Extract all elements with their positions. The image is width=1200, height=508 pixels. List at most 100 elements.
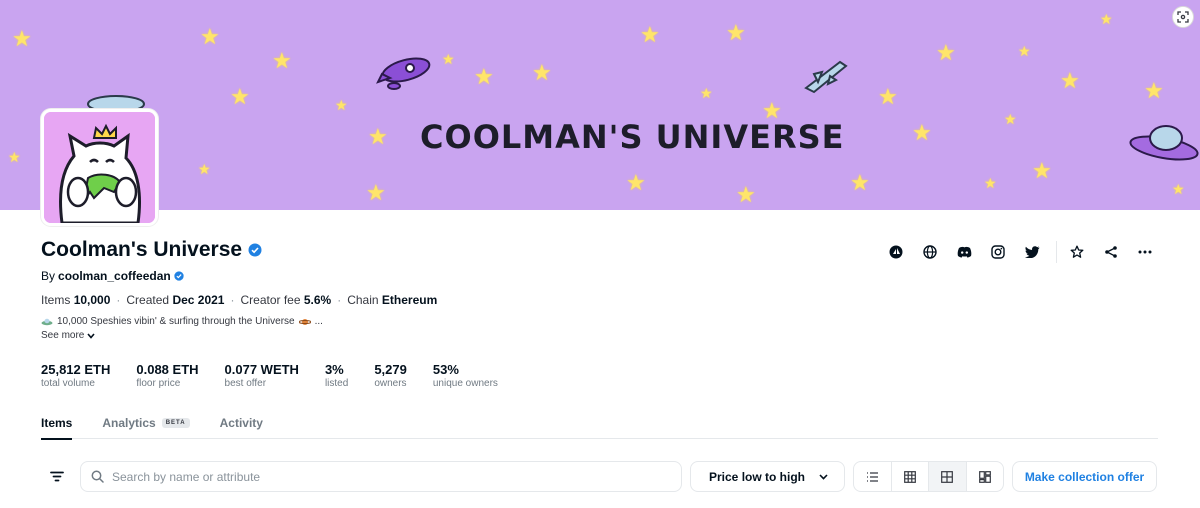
stat-total-volume[interactable]: 25,812 ETH total volume [41, 362, 110, 389]
verified-badge-icon [248, 243, 262, 257]
chevron-down-icon [819, 473, 828, 480]
meta-separator: · [230, 293, 235, 307]
star-decoration: ★ [626, 170, 646, 195]
star-icon[interactable] [1067, 242, 1087, 262]
search-field[interactable] [80, 461, 682, 492]
star-decoration: ★ [1032, 158, 1052, 183]
star-decoration: ★ [335, 97, 348, 113]
collection-meta: Items 10,000 · Created Dec 2021 · Creato… [41, 293, 437, 307]
chevron-down-icon [87, 332, 95, 339]
see-more-label: See more [41, 330, 85, 341]
star-decoration: ★ [1060, 68, 1080, 93]
star-decoration: ★ [984, 175, 997, 191]
star-decoration: ★ [736, 182, 756, 207]
spaceship-illustration [804, 60, 848, 94]
items-meta: Items 10,000 [41, 293, 111, 307]
cat-avatar-illustration [44, 112, 155, 223]
star-decoration: ★ [726, 20, 746, 45]
by-label: By [41, 269, 56, 283]
sort-dropdown[interactable]: Price low to high [690, 461, 845, 492]
stat-value: 0.077 WETH [224, 362, 299, 377]
stat-label: owners [374, 378, 407, 389]
stat-label: floor price [136, 378, 181, 389]
list-view-icon [866, 471, 878, 482]
star-decoration: ★ [198, 161, 211, 177]
stat-label: listed [324, 378, 349, 389]
tab-items[interactable]: Items [41, 410, 73, 440]
share-icon[interactable] [1101, 242, 1121, 262]
star-decoration: ★ [700, 85, 713, 101]
collection-title: Coolman's Universe [41, 238, 243, 261]
tab-label: Activity [219, 416, 263, 430]
globe-icon[interactable] [920, 242, 940, 262]
ufo-emoji-icon [41, 318, 53, 325]
stat-label: unique owners [432, 378, 498, 389]
star-decoration: ★ [640, 22, 660, 47]
created-meta: Created Dec 2021 [126, 293, 225, 307]
stat-label: total volume [41, 378, 95, 389]
stat-value: 3% [324, 362, 344, 377]
description-text: 10,000 Speshies vibin' & surfing through… [57, 316, 295, 327]
star-decoration: ★ [1004, 111, 1017, 127]
tab-label: Items [41, 416, 73, 430]
stat-listed[interactable]: 3% listed [325, 362, 348, 389]
star-decoration: ★ [366, 180, 386, 205]
twitter-icon[interactable] [1022, 242, 1042, 262]
star-decoration: ★ [1144, 78, 1164, 103]
make-collection-offer-button[interactable]: Make collection offer [1012, 461, 1157, 492]
star-decoration: ★ [912, 120, 932, 145]
items-toolbar: Price low to high [41, 461, 1158, 492]
star-decoration: ★ [474, 64, 494, 89]
stat-owners[interactable]: 5,279 owners [374, 362, 407, 389]
star-decoration: ★ [1100, 11, 1113, 27]
star-decoration: ★ [230, 84, 250, 109]
collection-title-row: Coolman's Universe [41, 238, 262, 262]
discord-icon[interactable] [954, 242, 974, 262]
creator-line: By coolman_coffeedan [41, 269, 184, 283]
sort-selected-value: Price low to high [709, 469, 806, 484]
search-input[interactable] [112, 469, 652, 484]
star-decoration: ★ [272, 48, 292, 73]
search-icon [91, 470, 104, 483]
description-ellipsis: ... [314, 316, 323, 327]
more-icon[interactable] [1135, 242, 1155, 262]
meta-separator: · [116, 293, 121, 307]
list-view-button[interactable] [854, 462, 892, 491]
stat-value: 53% [432, 362, 459, 377]
stat-value: 5,279 [374, 362, 407, 377]
beta-badge: BETA [161, 418, 190, 428]
collection-actions [886, 241, 1169, 263]
star-decoration: ★ [1018, 43, 1031, 59]
star-decoration: ★ [12, 26, 32, 51]
collection-banner: ★ ★ ★ ★ ★ ★ ★ ★ ★ ★ ★ ★ ★ ★ ★ ★ ★ ★ ★ ★ … [0, 0, 1200, 210]
stat-best-offer[interactable]: 0.077 WETH best offer [225, 362, 299, 389]
star-decoration: ★ [936, 40, 956, 65]
stat-floor-price[interactable]: 0.088 ETH floor price [136, 362, 198, 389]
star-decoration: ★ [8, 149, 21, 165]
collection-stats: 25,812 ETH total volume 0.088 ETH floor … [41, 362, 524, 389]
tab-activity[interactable]: Activity [220, 410, 263, 439]
see-more-button[interactable]: See more [41, 330, 95, 341]
grid-mixed-icon [978, 470, 991, 483]
star-decoration: ★ [368, 124, 388, 149]
star-decoration: ★ [200, 24, 220, 49]
rocket-illustration [376, 57, 431, 90]
stat-value: 0.088 ETH [136, 362, 199, 377]
grid-small-icon [903, 470, 916, 483]
collection-description: 10,000 Speshies vibin' & surfing through… [41, 316, 323, 327]
star-decoration: ★ [532, 60, 552, 85]
grid-large-icon [941, 470, 954, 483]
grid-large-view-button[interactable] [929, 462, 967, 491]
tab-analytics[interactable]: Analytics BETA [102, 410, 190, 439]
opensea-icon[interactable] [886, 242, 906, 262]
scan-icon[interactable] [1172, 6, 1194, 28]
grid-small-view-button[interactable] [892, 462, 929, 491]
star-decoration: ★ [1172, 181, 1185, 197]
stat-label: best offer [224, 378, 267, 389]
stat-unique-owners[interactable]: 53% unique owners [433, 362, 498, 389]
grid-mixed-view-button[interactable] [967, 462, 1004, 491]
chain-meta: Chain Ethereum [347, 293, 438, 307]
creator-link[interactable]: coolman_coffeedan [58, 269, 171, 283]
filter-button[interactable] [41, 461, 73, 492]
instagram-icon[interactable] [988, 242, 1008, 262]
